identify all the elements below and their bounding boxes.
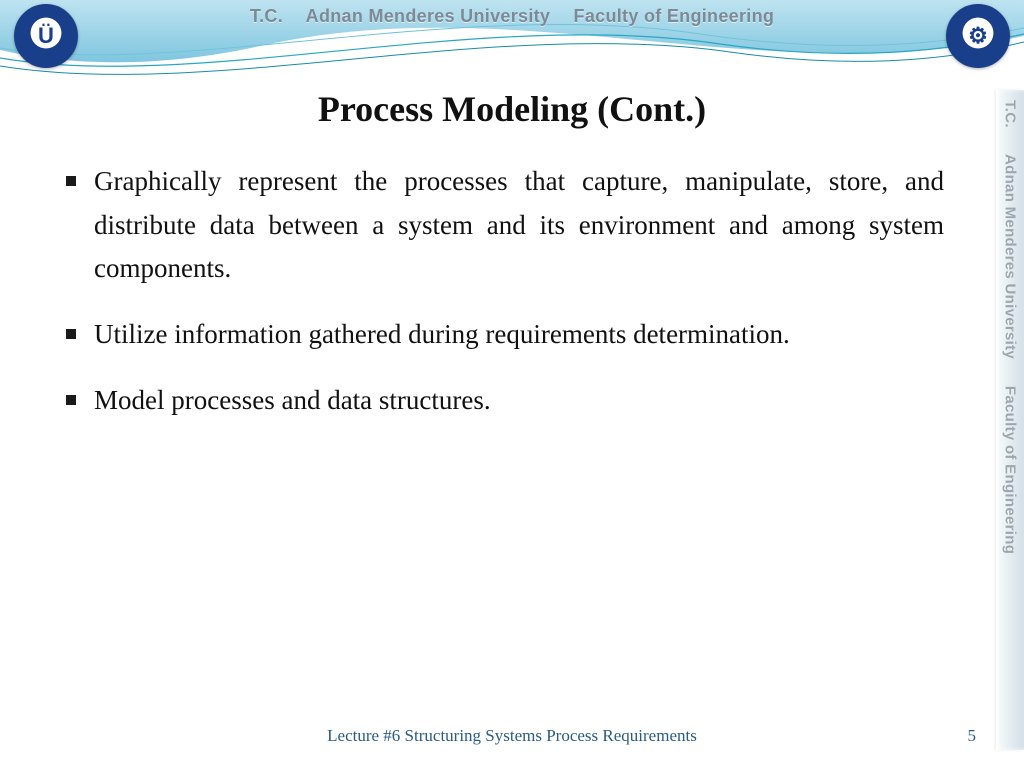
banner-header: T.C. Adnan Menderes University Faculty o… [0, 0, 1024, 90]
side-ribbon: T.C. Adnan Menderes University Faculty o… [996, 90, 1024, 750]
banner-university: Adnan Menderes University [306, 6, 551, 26]
banner-text: T.C. Adnan Menderes University Faculty o… [0, 6, 1024, 27]
slide-title: Process Modeling (Cont.) [0, 88, 1024, 130]
page-number: 5 [968, 726, 977, 746]
banner-faculty: Faculty of Engineering [574, 6, 775, 26]
university-logo-icon: Ü [14, 4, 78, 68]
side-faculty: Faculty of Engineering [1002, 386, 1019, 554]
bullet-item: Graphically represent the processes that… [64, 160, 944, 291]
footer-lecture: Lecture #6 Structuring Systems Process R… [0, 726, 1024, 746]
bullet-list: Graphically represent the processes that… [64, 160, 944, 445]
side-text: T.C. Adnan Menderes University Faculty o… [1002, 100, 1019, 554]
side-university: Adnan Menderes University [1002, 154, 1019, 359]
faculty-logo-icon: ⚙ [946, 4, 1010, 68]
bullet-item: Utilize information gathered during requ… [64, 313, 944, 357]
bullet-item: Model processes and data structures. [64, 379, 944, 423]
banner-tc: T.C. [250, 6, 283, 26]
